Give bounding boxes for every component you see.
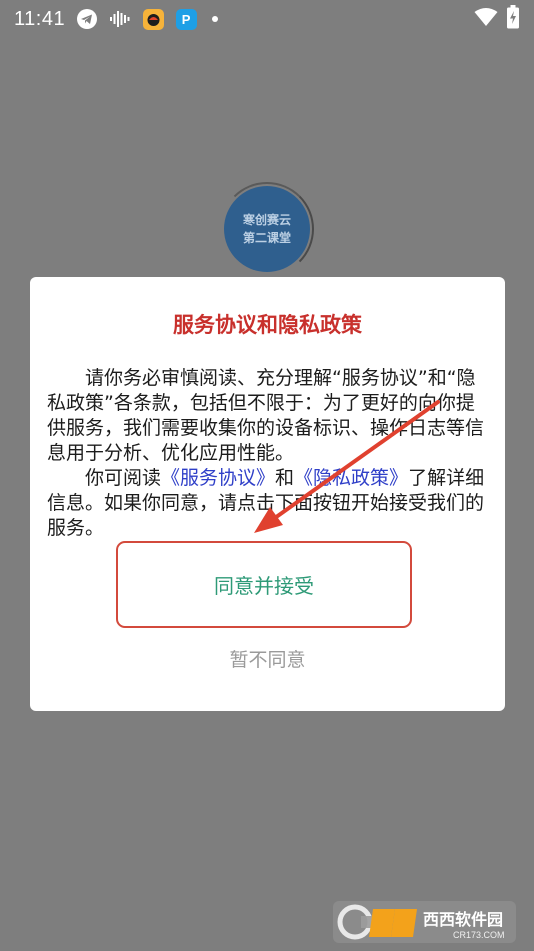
paragraph-2-prefix: 你可阅读 <box>85 467 162 489</box>
p-app-letter: P <box>175 8 197 30</box>
privacy-dialog: 服务协议和隐私政策 请你务必审慎阅读、充分理解“服务协议”和“隐私政策”各条款，… <box>30 277 505 711</box>
dialog-paragraph-2: 你可阅读《服务协议》和《隐私政策》了解详细信息。如果你同意，请点击下面按钮开始接… <box>47 466 491 541</box>
watermark-site: CR173.COM <box>453 930 505 940</box>
dialog-title: 服务协议和隐私政策 <box>173 313 362 337</box>
privacy-policy-link[interactable]: 《隐私政策》 <box>294 467 408 489</box>
watermark-brand: 西西软件园 <box>423 910 503 929</box>
app-logo: 寒创赛云 第二课堂 <box>224 186 310 272</box>
battery-charging-icon <box>506 5 520 33</box>
dialog-body: 请你务必审慎阅读、充分理解“服务协议”和“隐私政策”各条款，包括但不限于：为了更… <box>47 366 491 541</box>
paragraph-2-and: 和 <box>275 467 295 489</box>
logo-line-1: 寒创赛云 <box>242 213 291 227</box>
telegram-icon <box>76 8 98 30</box>
game-app-icon <box>142 8 164 30</box>
watermark-logo: 西西软件园 CR173.COM <box>333 901 516 943</box>
logo-line-2: 第二课堂 <box>242 231 291 245</box>
agree-button[interactable]: 同意并接受 <box>116 541 412 628</box>
status-time: 11:41 <box>14 7 66 30</box>
status-bar: 11:41 P <box>0 0 534 38</box>
audio-wave-icon <box>109 8 131 30</box>
wifi-icon <box>474 7 498 31</box>
notification-dot-icon <box>212 16 219 22</box>
agree-button-label: 同意并接受 <box>214 574 314 598</box>
p-app-icon: P <box>175 8 197 30</box>
service-agreement-link[interactable]: 《服务协议》 <box>161 467 275 489</box>
disagree-button[interactable]: 暂不同意 <box>30 645 505 672</box>
dialog-paragraph-1: 请你务必审慎阅读、充分理解“服务协议”和“隐私政策”各条款，包括但不限于：为了更… <box>47 367 485 464</box>
